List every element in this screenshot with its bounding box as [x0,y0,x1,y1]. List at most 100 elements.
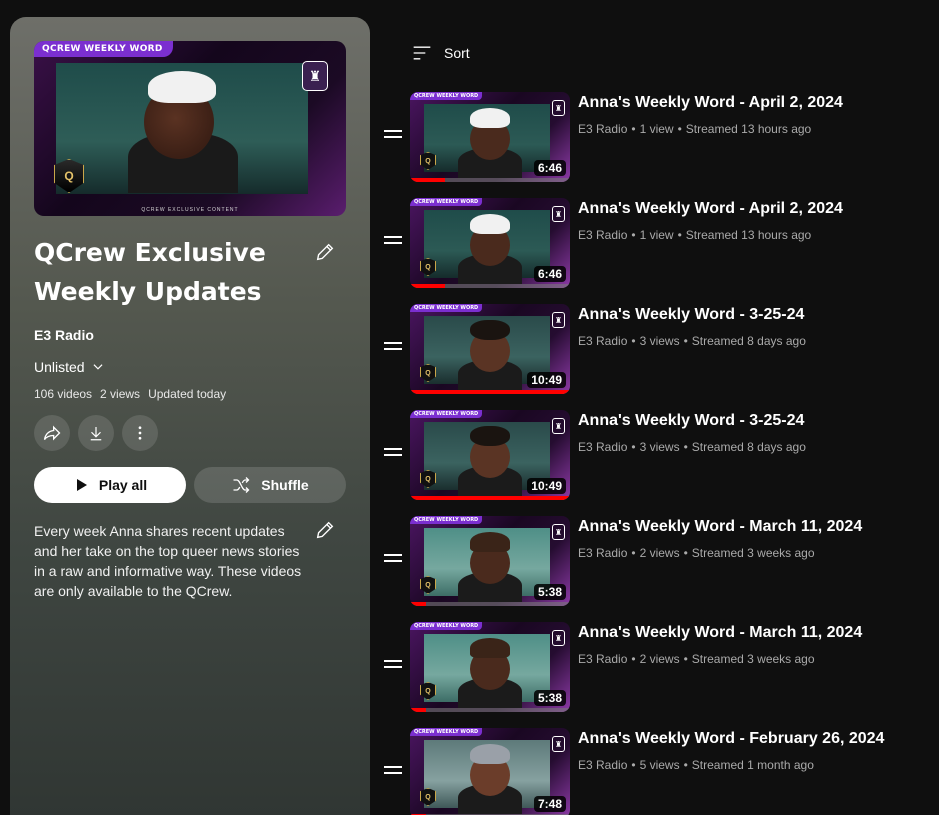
chevron-down-icon [93,364,103,370]
watch-progress-bar [410,284,446,288]
video-channel[interactable]: E3 Radio [578,228,627,242]
playlist-video-row[interactable]: QCREW WEEKLY WORD Q ♜ 10:49 Anna's Weekl… [380,304,939,396]
video-title[interactable]: Anna's Weekly Word - February 26, 2024 [578,728,884,750]
watch-progress-track [410,602,570,606]
playlist-video-row[interactable]: QCREW WEEKLY WORD Q ♜ 5:38 Anna's Weekly… [380,622,939,714]
meta-separator: • [677,122,682,136]
thumbnail-banner: QCREW WEEKLY WORD [410,198,483,206]
video-channel[interactable]: E3 Radio [578,546,627,560]
video-meta: E3 Radio • 1 view • Streamed 13 hours ag… [578,228,811,242]
meta-separator: • [683,334,688,348]
meta-separator: • [683,546,688,560]
video-channel[interactable]: E3 Radio [578,652,627,666]
radio-tower-icon: ♜ [552,524,565,540]
download-button[interactable] [78,415,114,451]
thumbnail-banner: QCREW WEEKLY WORD [410,622,483,630]
video-channel[interactable]: E3 Radio [578,440,627,454]
watch-progress-bar [410,178,446,182]
drag-handle-icon[interactable] [384,236,402,248]
video-title[interactable]: Anna's Weekly Word - April 2, 2024 [578,198,843,220]
drag-handle-icon[interactable] [384,554,402,566]
privacy-dropdown[interactable]: Unlisted [34,359,105,375]
share-button[interactable] [34,415,70,451]
meta-separator: • [631,546,636,560]
video-views: 3 views [639,334,680,348]
video-duration: 6:46 [533,160,566,176]
channel-name[interactable]: E3 Radio [34,327,94,343]
video-thumbnail[interactable]: QCREW WEEKLY WORD Q ♜ 5:38 [410,622,570,712]
video-channel[interactable]: E3 Radio [578,334,627,348]
more-vert-icon [138,426,142,440]
sort-icon [413,46,431,60]
video-age: Streamed 8 days ago [691,440,806,454]
watch-progress-bar [410,496,570,500]
meta-separator: • [631,122,636,136]
video-title[interactable]: Anna's Weekly Word - 3-25-24 [578,304,804,326]
playlist-video-row[interactable]: QCREW WEEKLY WORD Q ♜ 5:38 Anna's Weekly… [380,516,939,608]
edit-title-button[interactable] [314,241,336,268]
drag-handle-icon[interactable] [384,342,402,354]
watch-progress-bar [410,602,426,606]
video-views: 2 views [639,546,680,560]
drag-handle-icon[interactable] [384,660,402,672]
video-meta: E3 Radio • 5 views • Streamed 1 month ag… [578,758,814,772]
playlist-video-row[interactable]: QCREW WEEKLY WORD Q ♜ 6:46 Anna's Weekly… [380,92,939,184]
video-meta: E3 Radio • 1 view • Streamed 13 hours ag… [578,122,811,136]
share-icon [43,425,61,441]
playlist-title-line2: Weekly Updates [34,277,262,306]
thumbnail-frame [424,740,550,814]
radio-tower-icon: ♜ [552,206,565,222]
playlist-video-row[interactable]: QCREW WEEKLY WORD Q ♜ 6:46 Anna's Weekly… [380,198,939,290]
drag-handle-icon[interactable] [384,766,402,778]
thumbnail-frame [424,634,550,708]
drag-handle-icon[interactable] [384,448,402,460]
meta-separator: • [631,334,636,348]
thumbnail-banner: QCREW WEEKLY WORD [410,728,483,736]
playlist-stats: 106 videos 2 views Updated today [34,387,226,401]
video-thumbnail[interactable]: QCREW WEEKLY WORD Q ♜ 7:48 [410,728,570,815]
sort-button[interactable]: Sort [412,44,470,62]
video-views: 1 view [639,228,674,242]
edit-description-button[interactable] [314,519,336,546]
play-all-button[interactable]: Play all [34,467,186,503]
meta-separator: • [631,228,636,242]
video-thumbnail[interactable]: QCREW WEEKLY WORD Q ♜ 10:49 [410,304,570,394]
meta-separator: • [631,758,636,772]
thumbnail-frame [424,528,550,602]
video-thumbnail[interactable]: QCREW WEEKLY WORD Q ♜ 6:46 [410,92,570,182]
privacy-label: Unlisted [34,359,85,375]
video-thumbnail[interactable]: QCREW WEEKLY WORD Q ♜ 6:46 [410,198,570,288]
shuffle-button[interactable]: Shuffle [194,467,346,503]
video-views: 3 views [639,440,680,454]
radio-tower-icon: ♜ [552,418,565,434]
thumbnail-banner: QCREW WEEKLY WORD [410,92,483,100]
playlist-title-line1: QCrew Exclusive [34,238,266,267]
radio-tower-icon: ♜ [552,312,565,328]
watch-progress-bar [410,708,426,712]
drag-handle-icon[interactable] [384,130,402,142]
video-age: Streamed 1 month ago [691,758,814,772]
playlist-video-row[interactable]: QCREW WEEKLY WORD Q ♜ 10:49 Anna's Weekl… [380,410,939,502]
playlist-thumbnail[interactable]: QCREW WEEKLY WORD Q ♜ QCREW EXCLUSIVE CO… [34,41,346,216]
video-thumbnail[interactable]: QCREW WEEKLY WORD Q ♜ 5:38 [410,516,570,606]
playlist-video-row[interactable]: QCREW WEEKLY WORD Q ♜ 7:48 Anna's Weekly… [380,728,939,815]
video-thumbnail[interactable]: QCREW WEEKLY WORD Q ♜ 10:49 [410,410,570,500]
radio-tower-icon: ♜ [552,630,565,646]
video-age: Streamed 3 weeks ago [691,546,815,560]
thumbnail-frame [424,104,550,178]
video-channel[interactable]: E3 Radio [578,758,627,772]
playlist-actions [34,415,158,451]
video-count: 106 videos [34,387,93,401]
meta-separator: • [683,758,688,772]
video-age: Streamed 13 hours ago [685,122,812,136]
video-title[interactable]: Anna's Weekly Word - April 2, 2024 [578,92,843,114]
video-title[interactable]: Anna's Weekly Word - March 11, 2024 [578,516,862,538]
video-title[interactable]: Anna's Weekly Word - 3-25-24 [578,410,804,432]
video-duration: 5:38 [533,584,566,600]
shuffle-icon [233,477,250,493]
video-duration: 7:48 [533,796,566,812]
video-channel[interactable]: E3 Radio [578,122,627,136]
more-actions-button[interactable] [122,415,158,451]
view-count: 2 views [100,387,141,401]
video-title[interactable]: Anna's Weekly Word - March 11, 2024 [578,622,862,644]
